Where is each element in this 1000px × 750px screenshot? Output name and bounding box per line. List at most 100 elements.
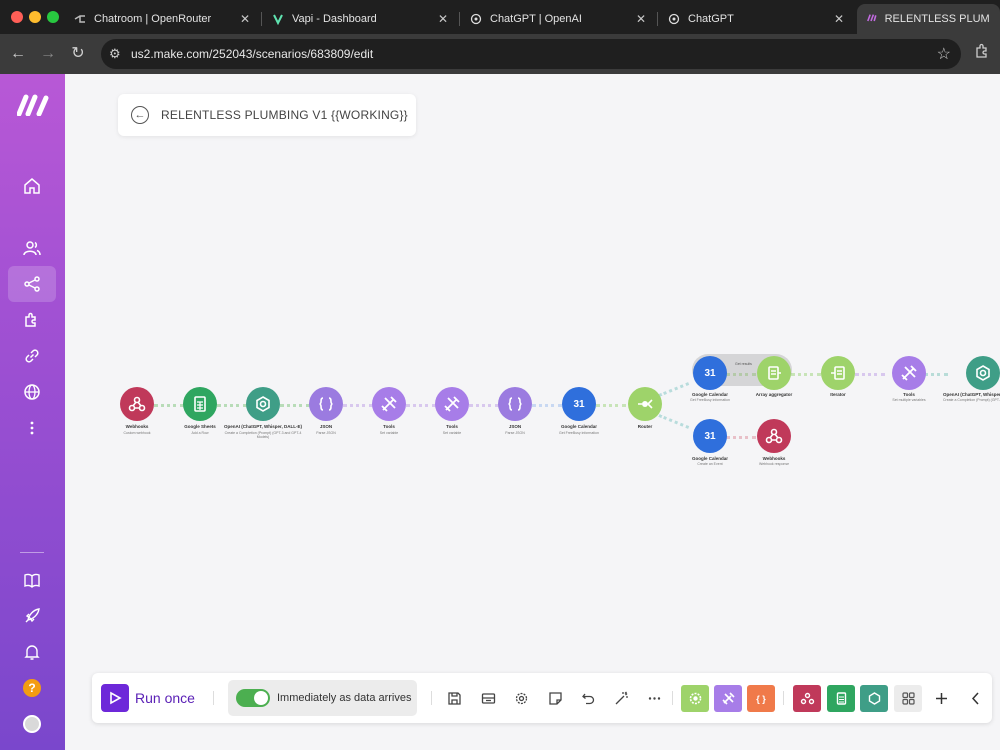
module-sublabel: Create a Completion (Prompt) (GPT-3 and [943,398,1000,402]
sidebar-item-notifications[interactable] [8,634,56,670]
webhook-tile-icon [800,692,814,705]
browser-tab[interactable]: Vapi - Dashboard ✕ [262,4,458,34]
collapse-toolbar-button[interactable] [965,688,985,708]
notes-button[interactable] [545,688,565,708]
module-json[interactable] [309,387,343,421]
quick-add-flow-control[interactable] [681,685,709,712]
quick-add-text-parser[interactable]: { } [747,685,775,712]
connector [406,404,436,407]
module-openai[interactable] [246,387,280,421]
browser-tab[interactable]: ChatGPT ✕ [658,4,854,34]
module-google-calendar[interactable]: 31 [693,356,727,390]
bookmark-star-icon[interactable]: ☆ [937,44,951,64]
sidebar-item-connections[interactable] [8,338,56,374]
module-router[interactable] [628,387,662,421]
close-tab-icon[interactable]: ✕ [636,12,646,26]
sidebar-item-docs[interactable] [8,562,56,598]
calendar-icon: 31 [704,367,716,379]
back-button[interactable]: ← [131,106,149,124]
undo-icon [581,693,594,704]
more-options-button[interactable] [644,688,664,708]
all-apps-button[interactable] [894,685,922,712]
browser-tab-bar: Chatroom | OpenRouter ✕ Vapi - Dashboard… [0,0,1000,34]
connector [791,373,821,376]
forward-arrow-icon[interactable]: → [38,44,58,64]
close-tab-icon[interactable]: ✕ [438,12,448,26]
back-arrow-icon[interactable]: ← [8,44,28,64]
globe-icon [24,384,40,400]
vapi-icon [272,13,284,26]
avatar [23,715,41,733]
run-once-label[interactable]: Run once [135,690,195,706]
auto-align-button[interactable] [611,688,631,708]
module-google-calendar[interactable]: 31 [693,419,727,453]
sidebar-item-webhooks[interactable] [8,374,56,410]
plus-icon [935,692,947,704]
module-google-calendar[interactable]: 31 [562,387,596,421]
schedule-toggle[interactable] [236,689,270,707]
sidebar-divider [20,552,44,553]
quick-add-webhooks[interactable] [793,685,821,712]
maximize-window-button[interactable] [47,11,59,23]
scenario-settings-button[interactable] [511,688,531,708]
module-tools[interactable] [372,387,406,421]
close-tab-icon[interactable]: ✕ [834,12,844,26]
chevron-left-icon [971,691,979,705]
browser-tab[interactable]: Chatroom | OpenRouter ✕ [64,4,260,34]
module-google-sheets[interactable] [183,387,217,421]
module-iterator[interactable] [821,356,855,390]
browser-tab[interactable]: ChatGPT | OpenAI ✕ [460,4,656,34]
sidebar-item-apps[interactable] [8,302,56,338]
save-button[interactable] [444,688,464,708]
add-module-button[interactable] [931,688,951,708]
sidebar-item-profile[interactable] [8,706,56,742]
make-logo[interactable] [16,94,49,121]
module-sublabel: Set multiple variables [892,398,926,402]
scenario-canvas[interactable]: ← RELENTLESS PLUMBING V1 {{WORKING}} Get… [65,74,1000,750]
reload-icon[interactable]: ↻ [68,44,88,64]
module-webhooks[interactable] [757,419,791,453]
router-icon [638,399,653,409]
openai-icon [668,13,680,25]
save-icon [447,691,461,705]
quick-add-tools[interactable] [714,685,742,712]
sidebar-item-help[interactable]: ? [8,670,56,706]
module-tools[interactable] [892,356,926,390]
quick-add-openai[interactable] [860,685,888,712]
module-webhooks[interactable] [120,387,154,421]
url-text[interactable]: us2.make.com/252043/scenarios/683809/edi… [131,47,373,61]
minimize-window-button[interactable] [29,11,41,23]
calendar-icon: 31 [704,430,716,442]
module-openai[interactable] [966,356,1000,390]
sidebar-item-whats-new[interactable] [8,598,56,634]
sheets-icon [194,396,206,412]
settings-icon [515,692,527,704]
openai-tile-icon [868,692,880,705]
schedule-setting[interactable]: Immediately as data arrives [228,680,417,716]
sheets-tile-icon [836,692,846,705]
undo-button[interactable] [578,688,598,708]
explain-flow-button[interactable] [478,688,498,708]
module-json[interactable] [498,387,532,421]
module-array-aggregator[interactable] [757,356,791,390]
link-icon [25,349,39,363]
site-settings-icon[interactable]: ⚙ [109,46,121,62]
sidebar-item-more[interactable] [8,410,56,446]
run-once-button[interactable] [101,684,129,712]
quick-add-google-sheets[interactable] [827,685,855,712]
extensions-icon[interactable] [974,43,990,64]
calendar-icon: 31 [573,398,585,410]
sidebar-item-scenarios[interactable] [8,266,56,302]
sidebar-item-team[interactable] [8,230,56,266]
module-label: Iterator [830,392,846,397]
scenario-title[interactable]: RELENTLESS PLUMBING V1 {{WORKING}} [161,108,408,122]
connector [855,373,885,376]
address-bar[interactable]: ⚙ us2.make.com/252043/scenarios/683809/e… [101,39,961,69]
module-tools[interactable] [435,387,469,421]
sidebar-item-home[interactable] [8,168,56,204]
browser-tab-active[interactable]: RELENTLESS PLUMBING [857,4,1000,34]
close-tab-icon[interactable]: ✕ [240,12,250,26]
close-window-button[interactable] [11,11,23,23]
browser-toolbar: ← → ↻ ⚙ us2.make.com/252043/scenarios/68… [0,34,1000,74]
notes-icon [548,691,562,705]
